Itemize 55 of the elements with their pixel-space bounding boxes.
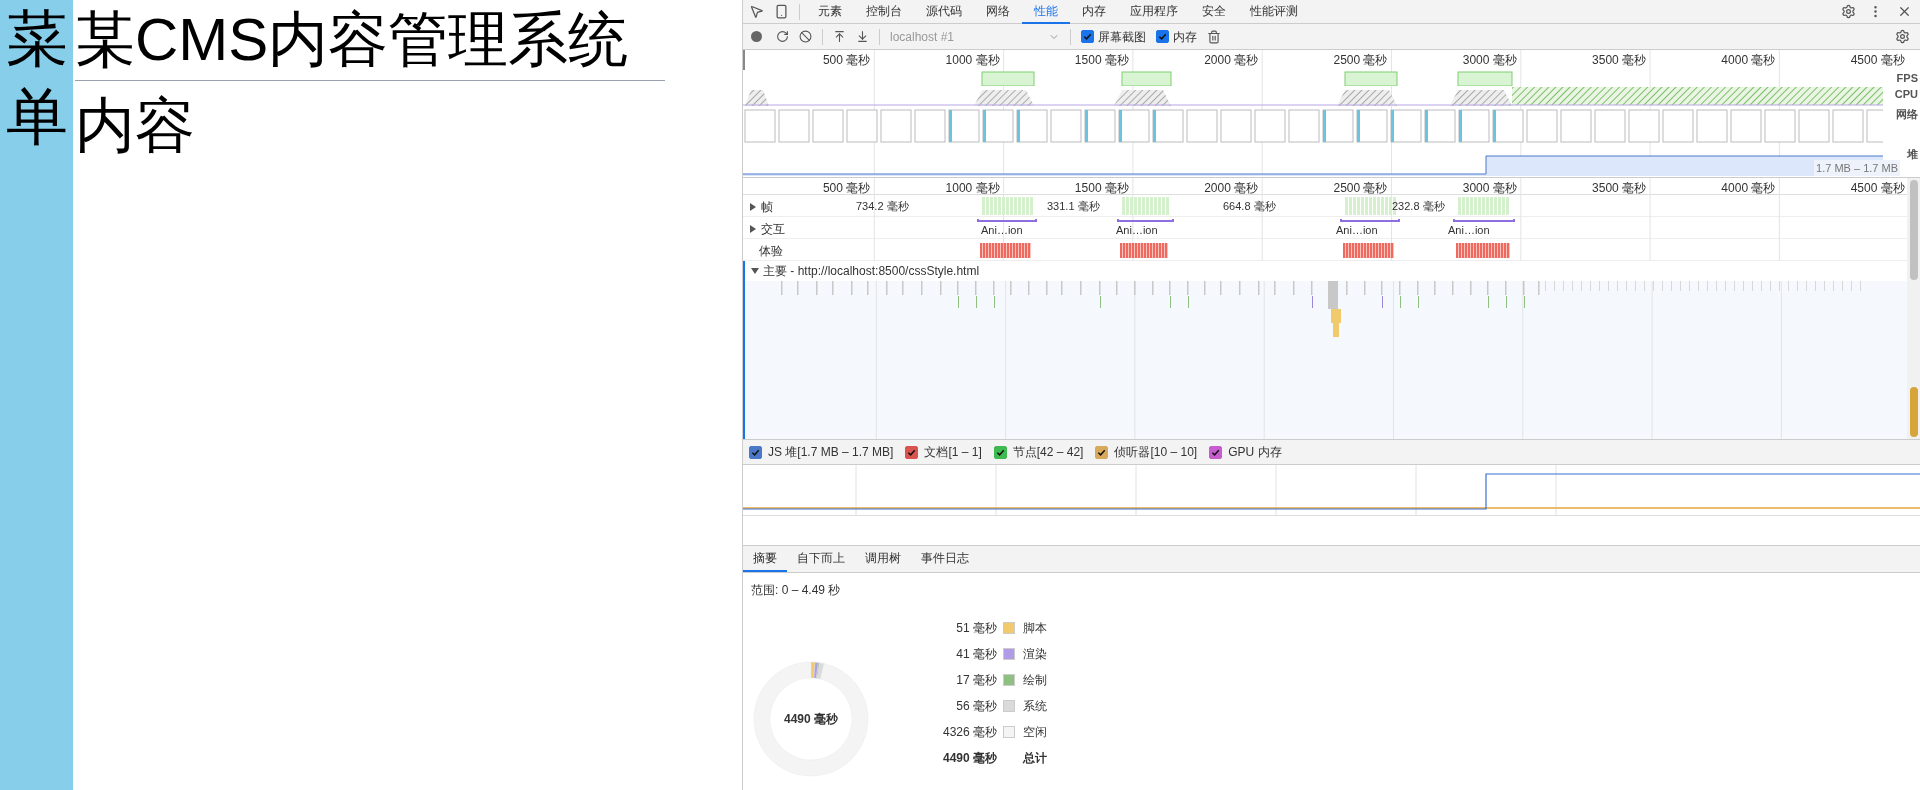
interaction-label: Ani…ion bbox=[1336, 223, 1378, 238]
legend-label: 脚本 bbox=[1023, 620, 1047, 637]
ruler-tick-label: 3500 毫秒 bbox=[1591, 180, 1647, 197]
ruler-tick-label: 3500 毫秒 bbox=[1591, 52, 1647, 69]
legend-label: 空闲 bbox=[1023, 724, 1047, 741]
interaction-label: Ani…ion bbox=[981, 223, 1023, 238]
ruler-tick-label: 2500 毫秒 bbox=[1332, 180, 1388, 197]
option-label: 屏幕截图 bbox=[1098, 28, 1146, 46]
frame-duration: 664.8 毫秒 bbox=[1223, 199, 1276, 214]
track-label: CPU bbox=[1894, 87, 1918, 102]
ruler-tick-label: 2000 毫秒 bbox=[1203, 180, 1259, 197]
interaction-label: Ani…ion bbox=[1116, 223, 1158, 238]
ruler-tick-label: 2000 毫秒 bbox=[1203, 52, 1259, 69]
counter-label: 节点[42 – 42] bbox=[1012, 444, 1084, 461]
total-value: 4490 毫秒 bbox=[941, 750, 997, 767]
counter-label: 侦听器[10 – 10] bbox=[1114, 444, 1198, 461]
page-title: 某CMS内容管理系统 bbox=[75, 0, 665, 81]
time-value: 56 毫秒 bbox=[955, 698, 997, 715]
time-value: 41 毫秒 bbox=[955, 646, 997, 663]
ruler-tick-label: 4000 毫秒 bbox=[1720, 180, 1776, 197]
ruler-tick-label: 4500 毫秒 bbox=[1849, 52, 1905, 69]
ruler-tick-label: 1000 毫秒 bbox=[944, 180, 1000, 197]
ruler-tick-label: 4500 毫秒 bbox=[1849, 180, 1905, 197]
track-label: 堆 bbox=[1907, 147, 1918, 162]
page-content: 内容 bbox=[75, 91, 196, 161]
counter-label: GPU 内存 bbox=[1228, 444, 1282, 461]
ruler-tick-label: 1500 毫秒 bbox=[1073, 180, 1129, 197]
ruler-tick-label: 2500 毫秒 bbox=[1332, 52, 1388, 69]
option-label: 内存 bbox=[1173, 28, 1197, 46]
track-label: 网络 bbox=[1896, 107, 1918, 122]
legend-label: 系统 bbox=[1023, 698, 1047, 715]
legend-label: 绘制 bbox=[1023, 672, 1047, 689]
frame-duration: 232.8 毫秒 bbox=[1392, 199, 1445, 214]
ruler-tick-label: 3000 毫秒 bbox=[1461, 180, 1517, 197]
ruler-tick-label: 4000 毫秒 bbox=[1720, 52, 1776, 69]
heap-range: 1.7 MB – 1.7 MB bbox=[1814, 159, 1900, 176]
time-value: 51 毫秒 bbox=[955, 620, 997, 637]
frame-duration: 734.2 毫秒 bbox=[856, 199, 909, 214]
total-label: 总计 bbox=[1023, 750, 1047, 767]
time-value: 4326 毫秒 bbox=[941, 724, 997, 741]
ruler-tick-label: 500 毫秒 bbox=[821, 52, 871, 69]
time-value: 17 毫秒 bbox=[955, 672, 997, 689]
sidebar-title: 菜单 bbox=[5, 3, 68, 153]
donut-total: 4490 毫秒 bbox=[784, 711, 838, 728]
frame-duration: 331.1 毫秒 bbox=[1047, 199, 1100, 214]
counter-label: JS 堆[1.7 MB – 1.7 MB] bbox=[768, 444, 894, 461]
ruler-tick-label: 1000 毫秒 bbox=[944, 52, 1000, 69]
ruler-tick-label: 500 毫秒 bbox=[821, 180, 871, 197]
range-text: 范围: 0 – 4.49 秒 bbox=[751, 582, 842, 599]
ruler-tick-label: 1500 毫秒 bbox=[1073, 52, 1129, 69]
legend-label: 渲染 bbox=[1023, 646, 1047, 663]
counter-label: 文档[1 – 1] bbox=[924, 444, 982, 461]
interaction-label: Ani…ion bbox=[1448, 223, 1490, 238]
ruler-tick-label: 3000 毫秒 bbox=[1461, 52, 1517, 69]
track-label: FPS bbox=[1896, 71, 1918, 86]
